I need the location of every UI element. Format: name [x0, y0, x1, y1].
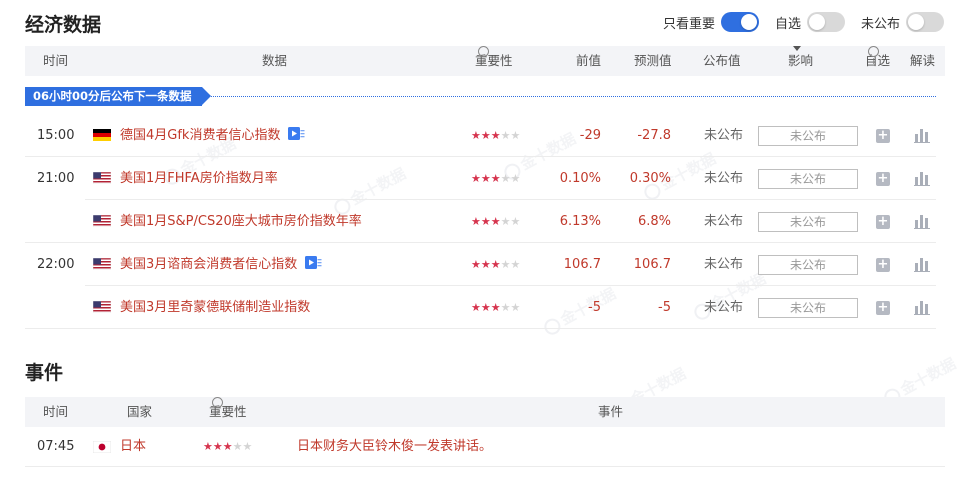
- column-published: 公布值: [703, 53, 741, 68]
- toggle-label-unpublished: 未公布: [860, 16, 900, 32]
- indicator-link[interactable]: 美国3月里奇蒙德联储制造业指数: [120, 286, 310, 329]
- unpublished-toggle[interactable]: [906, 12, 944, 32]
- indicator-link[interactable]: 美国3月谘商会消费者信心指数: [120, 243, 322, 286]
- published-value: 未公布: [704, 257, 744, 272]
- column-data: 数据: [262, 53, 288, 68]
- video-badge-icon[interactable]: [305, 255, 322, 270]
- importance-stars: ★★★★★: [471, 301, 521, 314]
- column-time: 时间: [43, 53, 69, 68]
- importance-stars: ★★★★★: [203, 440, 253, 453]
- previous-value: 6.13%: [559, 214, 601, 229]
- event-row: 07:45 日本 ★★★★★ 日本财务大臣铃木俊一发表讲话。: [25, 427, 945, 467]
- watchlist-toggle[interactable]: [806, 12, 845, 32]
- published-value: 未公布: [704, 214, 744, 229]
- column-event: 事件: [598, 404, 624, 419]
- forecast-value: 106.7: [633, 257, 671, 272]
- add-watch-button[interactable]: +: [876, 301, 890, 315]
- published-value: 未公布: [704, 171, 744, 186]
- row-time: 21:00: [37, 171, 75, 186]
- table-header: 时间 数据 重要性 i 前值 预测值 公布值 影响 自选 i 解读: [25, 46, 945, 76]
- info-icon[interactable]: i: [478, 46, 489, 66]
- column-time: 时间: [43, 404, 69, 419]
- column-forecast: 预测值: [634, 53, 672, 68]
- column-interpret: 解读: [910, 53, 936, 68]
- page-title: 经济数据: [25, 14, 102, 36]
- forecast-value: 0.30%: [629, 171, 671, 186]
- events-table-header: 时间 国家 重要性 i 事件: [25, 397, 945, 427]
- video-badge-icon[interactable]: [288, 126, 305, 141]
- add-watch-button[interactable]: +: [876, 258, 890, 272]
- forecast-value: -27.8: [637, 128, 671, 143]
- row-time: 22:00: [37, 257, 75, 272]
- impact-box: 未公布: [758, 255, 858, 275]
- chevron-down-icon: [793, 46, 801, 51]
- chart-icon[interactable]: [914, 300, 930, 315]
- countdown-banner: 06小时00分后公布下一条数据: [25, 87, 211, 106]
- chart-icon[interactable]: [914, 214, 930, 229]
- usa-flag-icon: [93, 301, 111, 313]
- indicator-link[interactable]: 美国1月S&P/CS20座大城市房价指数年率: [120, 200, 362, 243]
- column-previous: 前值: [576, 53, 602, 68]
- table-row: 15:00 德国4月Gfk消费者信心指数 ★★★★★ -29 -27.8 未公布…: [25, 114, 936, 157]
- add-watch-button[interactable]: +: [876, 129, 890, 143]
- previous-value: 106.7: [563, 257, 601, 272]
- impact-box: 未公布: [758, 126, 858, 146]
- table-row: 美国1月S&P/CS20座大城市房价指数年率 ★★★★★ 6.13% 6.8% …: [25, 200, 936, 243]
- impact-box: 未公布: [758, 169, 858, 189]
- table-row: 21:00 美国1月FHFA房价指数月率 ★★★★★ 0.10% 0.30% 未…: [25, 157, 936, 200]
- impact-box: 未公布: [758, 212, 858, 232]
- events-title: 事件: [25, 362, 64, 384]
- filter-toggles: 只看重要 自选 未公布: [663, 12, 944, 32]
- germany-flag-icon: [93, 129, 111, 141]
- table-row: 22:00 美国3月谘商会消费者信心指数 ★★★★★ 106.7 106.7 未…: [25, 243, 936, 286]
- importance-stars: ★★★★★: [471, 258, 521, 271]
- add-watch-button[interactable]: +: [876, 215, 890, 229]
- importance-stars: ★★★★★: [471, 129, 521, 142]
- event-time: 07:45: [37, 439, 75, 454]
- japan-flag-icon: [93, 441, 111, 453]
- indicator-link[interactable]: 美国1月FHFA房价指数月率: [120, 157, 278, 200]
- event-country: 日本: [120, 439, 147, 454]
- forecast-value: -5: [658, 300, 671, 315]
- forecast-value: 6.8%: [637, 214, 671, 229]
- usa-flag-icon: [93, 215, 111, 227]
- previous-value: 0.10%: [559, 171, 601, 186]
- published-value: 未公布: [704, 300, 744, 315]
- event-description[interactable]: 日本财务大臣铃木俊一发表讲话。: [297, 427, 492, 467]
- important-only-toggle[interactable]: [720, 12, 759, 32]
- previous-value: -5: [588, 300, 601, 315]
- importance-stars: ★★★★★: [471, 172, 521, 185]
- impact-box: 未公布: [758, 298, 858, 318]
- add-watch-button[interactable]: +: [876, 172, 890, 186]
- usa-flag-icon: [93, 258, 111, 270]
- importance-stars: ★★★★★: [471, 215, 521, 228]
- info-icon[interactable]: i: [212, 397, 223, 417]
- toggle-label-important: 只看重要: [662, 16, 715, 32]
- usa-flag-icon: [93, 172, 111, 184]
- previous-value: -29: [579, 128, 601, 143]
- chart-icon[interactable]: [914, 171, 930, 186]
- column-country: 国家: [127, 404, 153, 419]
- chart-icon[interactable]: [914, 128, 930, 143]
- chart-icon[interactable]: [914, 257, 930, 272]
- table-row: 美国3月里奇蒙德联储制造业指数 ★★★★★ -5 -5 未公布 未公布 +: [25, 286, 936, 329]
- info-icon[interactable]: i: [868, 46, 879, 66]
- indicator-link[interactable]: 德国4月Gfk消费者信心指数: [120, 114, 305, 157]
- toggle-label-watchlist: 自选: [774, 16, 801, 32]
- published-value: 未公布: [704, 128, 744, 143]
- row-time: 15:00: [37, 128, 75, 143]
